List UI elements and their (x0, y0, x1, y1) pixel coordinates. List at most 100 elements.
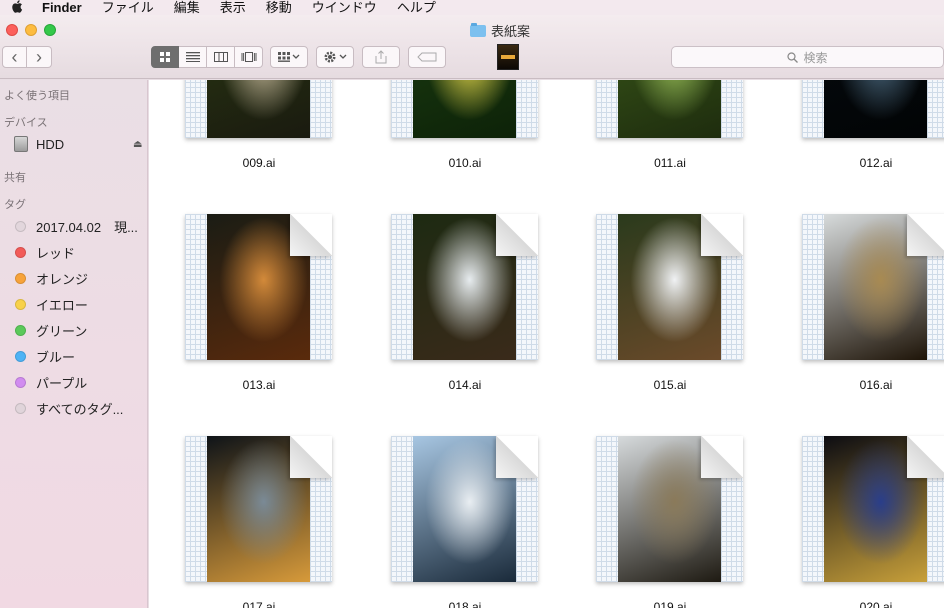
sidebar-tag-item[interactable]: ブルー (0, 345, 148, 367)
close-button[interactable] (6, 24, 18, 36)
sidebar-tag-label: イエロー (36, 297, 88, 313)
share-button[interactable] (362, 46, 400, 68)
file-name-label: 010.ai (448, 156, 482, 170)
page-curl-icon (496, 214, 538, 256)
menu-bar: Finder ファイル 編集 表示 移動 ウインドウ ヘルプ (0, 0, 944, 15)
view-mode-buttons (151, 46, 263, 68)
file-name-label: 018.ai (448, 600, 482, 608)
window-controls (6, 24, 56, 36)
window-title-text: 表紙案 (491, 24, 531, 39)
file-name-label: 013.ai (242, 378, 276, 392)
action-button[interactable] (316, 46, 354, 68)
list-view-button[interactable] (179, 46, 207, 68)
eject-icon[interactable]: ⏏ (133, 139, 142, 150)
sidebar-tag-label: グリーン (36, 323, 88, 339)
file-grid: 009.ai 010.ai 011.ai 012.ai 013.ai 014.ai 015.… (149, 80, 944, 608)
ai-document-icon[interactable] (391, 80, 538, 138)
favorites-header[interactable]: よく使う項目 (4, 87, 70, 103)
folder-icon (470, 22, 486, 37)
file-name-label: 009.ai (242, 156, 276, 170)
file-name-label: 015.ai (653, 378, 687, 392)
file-name-label: 017.ai (242, 600, 276, 608)
sidebar-tag-label: すべてのタグ... (36, 401, 124, 417)
sidebar-tag-label: ブルー (36, 349, 76, 365)
share-icon (375, 50, 387, 64)
file-name-label: 020.ai (859, 600, 893, 608)
sidebar-tag-item[interactable]: 2017.04.02 現... (0, 215, 148, 237)
ai-document-icon[interactable] (802, 214, 944, 360)
list-icon (185, 52, 200, 62)
window-toolbar: 表紙案 ‹ › 検索 (0, 15, 944, 79)
ai-document-icon[interactable] (391, 436, 538, 582)
chevron-left-icon: ‹ (11, 47, 18, 67)
sidebar-tag-item[interactable]: レッド (0, 241, 148, 263)
gear-icon (324, 51, 347, 63)
ai-document-icon[interactable] (185, 214, 332, 360)
search-field[interactable]: 検索 (671, 46, 944, 68)
coverflow-view-button[interactable] (235, 46, 263, 68)
apple-menu-icon[interactable] (0, 0, 34, 16)
file-name-label: 014.ai (448, 378, 482, 392)
sidebar-item-hdd[interactable]: HDD ⏏ (0, 133, 148, 155)
sidebar-tag-item[interactable]: イエロー (0, 293, 148, 315)
coverflow-icon (241, 52, 256, 62)
menu-edit[interactable]: 編集 (164, 0, 210, 15)
sidebar-tag-item[interactable]: オレンジ (0, 267, 148, 289)
menu-view[interactable]: 表示 (210, 0, 256, 15)
tag-color-dot-icon (15, 376, 26, 388)
file-thumbnail (413, 80, 516, 138)
file-name-label: 011.ai (654, 156, 686, 170)
forward-button[interactable]: › (27, 46, 52, 68)
arrange-button[interactable] (270, 46, 308, 68)
icon-view-button[interactable] (151, 46, 179, 68)
ai-document-icon[interactable] (185, 436, 332, 582)
sidebar-tag-label: 2017.04.02 現... (36, 219, 138, 235)
tag-button[interactable] (408, 46, 446, 68)
tag-color-dot-icon (15, 402, 26, 414)
shared-header[interactable]: 共有 (4, 169, 26, 185)
minimize-button[interactable] (25, 24, 37, 36)
file-thumbnail (824, 80, 927, 138)
ai-document-icon[interactable] (596, 214, 743, 360)
page-curl-icon (907, 436, 944, 478)
search-placeholder: 検索 (803, 50, 828, 65)
file-name-label: 012.ai (859, 156, 893, 170)
column-view-button[interactable] (207, 46, 235, 68)
chevron-right-icon: › (36, 47, 42, 67)
sidebar-tag-label: パープル (36, 375, 88, 391)
menu-window[interactable]: ウインドウ (302, 0, 387, 15)
sidebar-tag-label: オレンジ (36, 271, 89, 287)
zoom-button[interactable] (44, 24, 56, 36)
ai-document-icon[interactable] (391, 214, 538, 360)
menu-help[interactable]: ヘルプ (387, 0, 446, 15)
sidebar-tag-label: レッド (36, 245, 76, 261)
sidebar-tag-item[interactable]: すべてのタグ... (0, 397, 148, 419)
ai-document-icon[interactable] (802, 80, 944, 138)
back-button[interactable]: ‹ (2, 46, 27, 68)
menu-go[interactable]: 移動 (256, 0, 302, 15)
hard-drive-icon (14, 136, 28, 152)
ai-document-icon[interactable] (596, 80, 743, 138)
tag-color-dot-icon (15, 350, 26, 362)
tags-header[interactable]: タグ (4, 196, 26, 212)
columns-icon (213, 52, 228, 62)
devices-header[interactable]: デバイス (4, 114, 48, 130)
file-name-label: 016.ai (859, 378, 893, 392)
arrange-grid-icon (278, 52, 300, 62)
ai-document-icon[interactable] (185, 80, 332, 138)
ai-document-icon[interactable] (596, 436, 743, 582)
sidebar-tag-item[interactable]: パープル (0, 371, 148, 393)
window-title: 表紙案 (470, 21, 530, 40)
tag-color-dot-icon (15, 246, 26, 258)
file-name-label: 019.ai (653, 600, 687, 608)
sidebar: よく使う項目 デバイス HDD ⏏ 共有 タグ 2017.04.02 現... レ… (0, 80, 148, 608)
search-icon (787, 51, 799, 63)
menu-file[interactable]: ファイル (92, 0, 164, 15)
selected-file-preview[interactable] (497, 44, 519, 70)
ai-document-icon[interactable] (802, 436, 944, 582)
page-curl-icon (290, 436, 332, 478)
menu-finder[interactable]: Finder (34, 0, 92, 15)
grid-icon (160, 52, 170, 62)
sidebar-tag-item[interactable]: グリーン (0, 319, 148, 341)
page-curl-icon (701, 214, 743, 256)
